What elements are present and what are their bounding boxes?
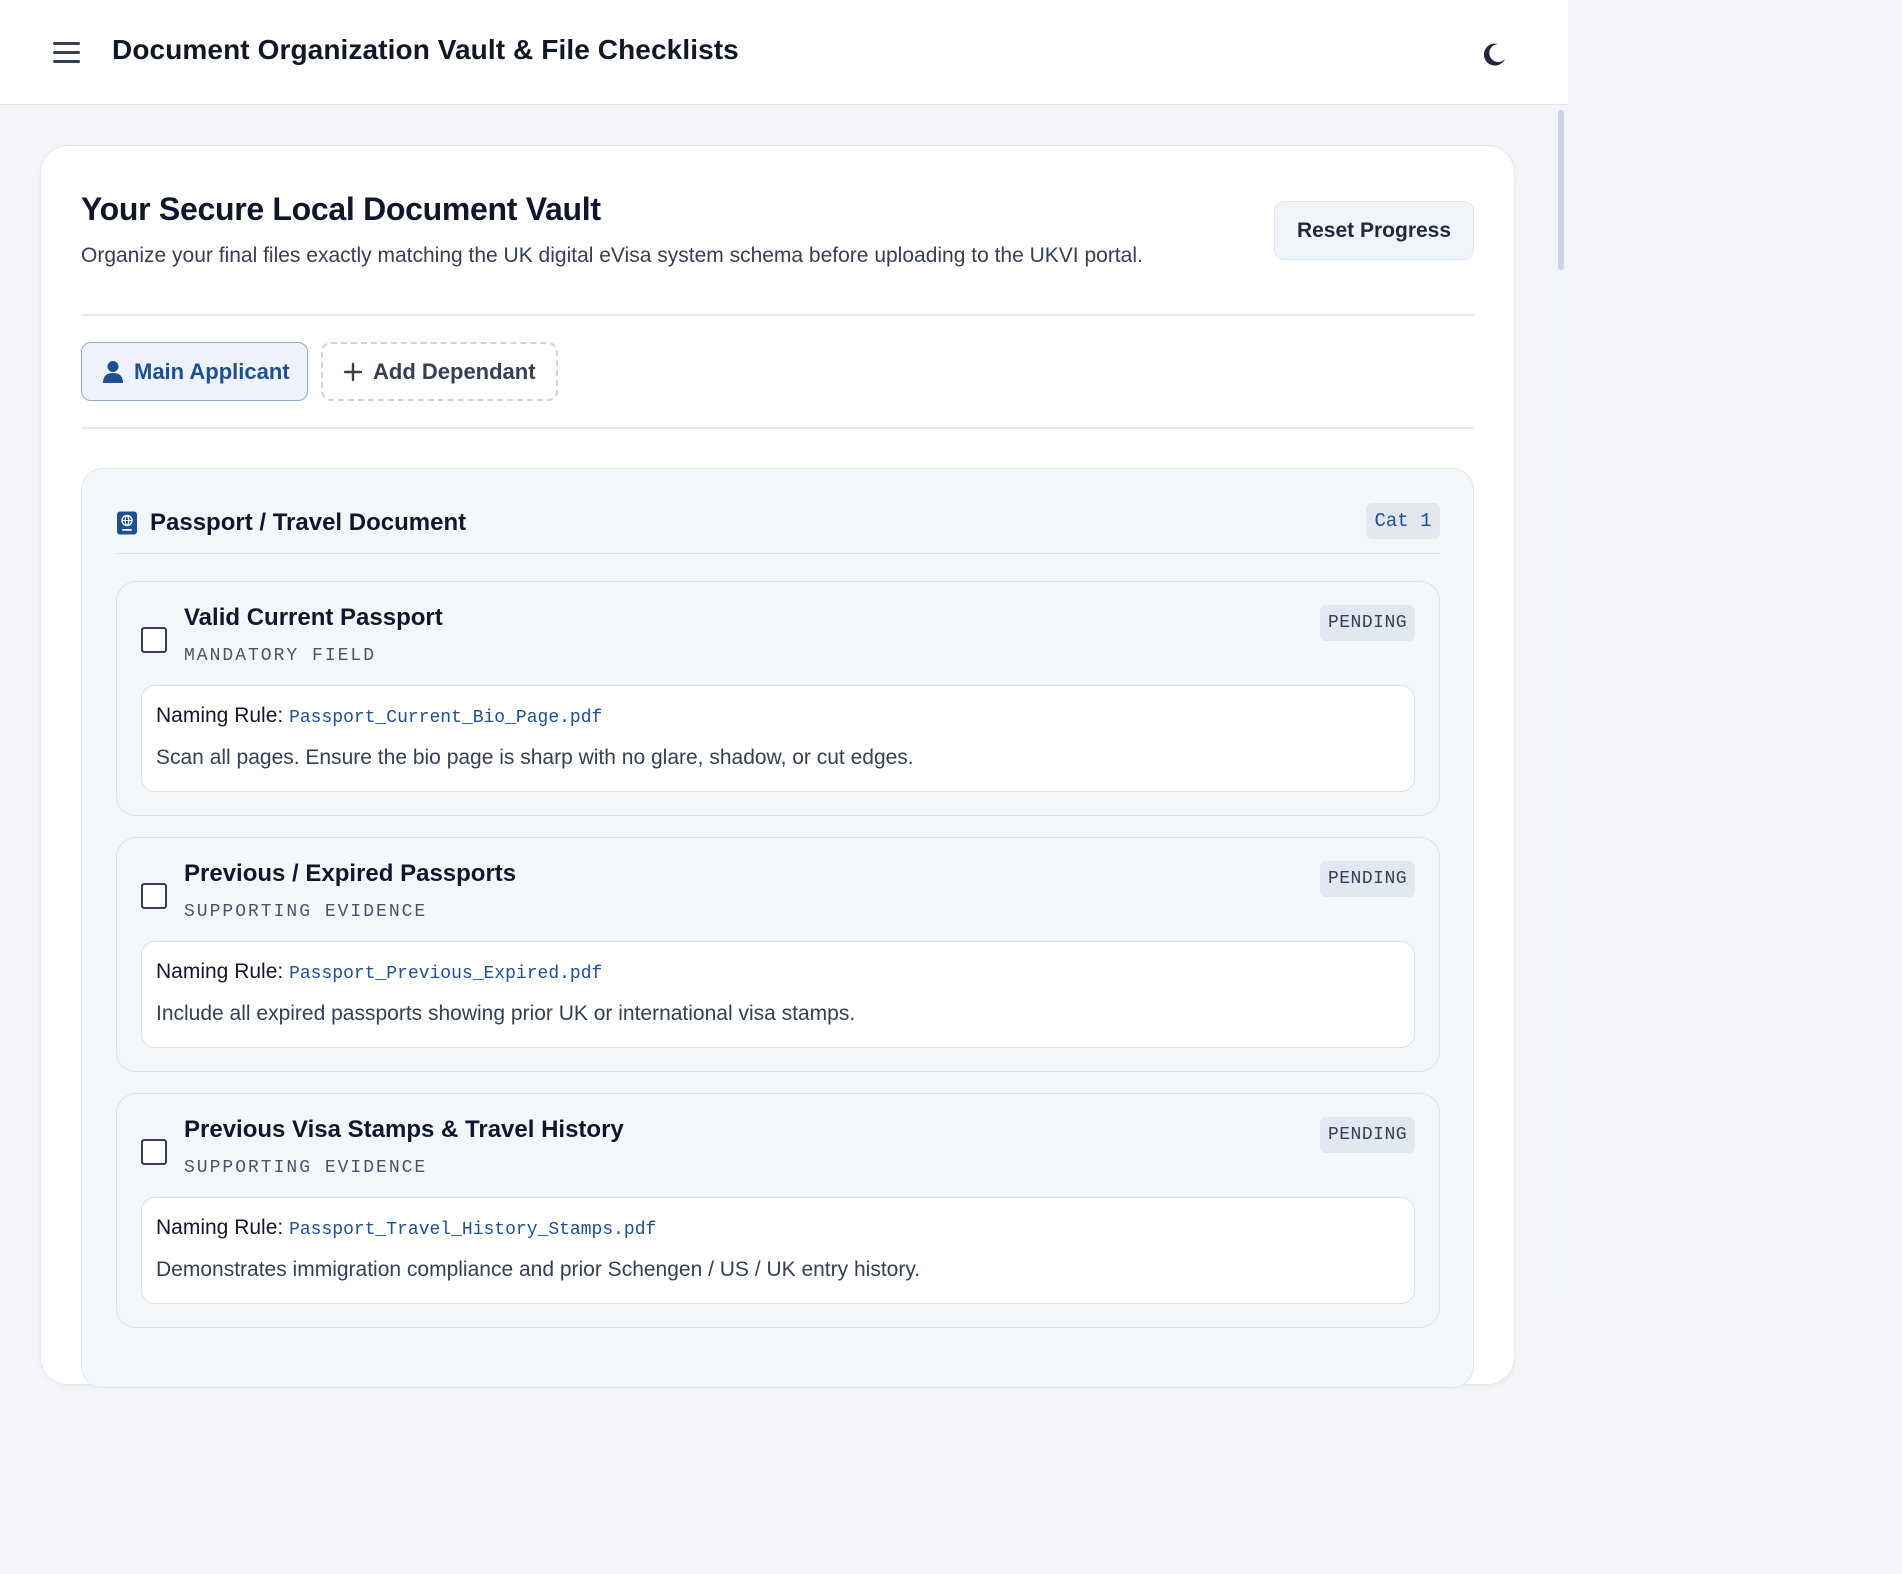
category-header: Passport / Travel Document: [116, 509, 466, 537]
page-scrollbar[interactable]: [1553, 106, 1568, 1298]
naming-rule: Naming Rule: Passport_Current_Bio_Page.p…: [156, 704, 602, 728]
item-type: SUPPORTING EVIDENCE: [184, 902, 428, 922]
item-description: Include all expired passports showing pr…: [156, 1002, 856, 1025]
passport-icon: [117, 511, 137, 535]
add-dependant-label: Add Dependant: [373, 358, 536, 384]
item-checkbox[interactable]: [141, 627, 167, 653]
hamburger-menu-icon[interactable]: [46, 34, 86, 70]
vault-card: Your Secure Local Document Vault Organiz…: [40, 145, 1515, 1388]
item-name: Previous Visa Stamps & Travel History: [184, 1116, 624, 1143]
reset-progress-button[interactable]: Reset Progress: [1274, 201, 1474, 260]
top-app-bar: Document Organization Vault & File Check…: [0, 0, 1568, 105]
tab-main-applicant-label: Main Applicant: [134, 358, 290, 384]
vault-title: Your Secure Local Document Vault: [81, 191, 601, 227]
naming-rule-label: Naming Rule:: [156, 704, 284, 727]
scrollbar-thumb[interactable]: [1558, 110, 1564, 270]
checklist-item: Previous / Expired Passports SUPPORTING …: [116, 837, 1440, 1072]
moon-icon[interactable]: [1478, 38, 1510, 70]
plus-icon: [343, 362, 363, 381]
section-divider: [81, 314, 1474, 316]
item-description: Scan all pages. Ensure the bio page is s…: [156, 746, 914, 769]
naming-rule-box: Naming Rule: Passport_Previous_Expired.p…: [141, 941, 1415, 1048]
status-badge: PENDING: [1320, 861, 1415, 897]
naming-rule: Naming Rule: Passport_Previous_Expired.p…: [156, 960, 602, 984]
checklist-item: Valid Current Passport MANDATORY FIELD P…: [116, 581, 1440, 816]
category-badge: Cat 1: [1366, 503, 1440, 539]
naming-rule-filename: Passport_Travel_History_Stamps.pdf: [289, 1220, 657, 1240]
naming-rule-box: Naming Rule: Passport_Current_Bio_Page.p…: [141, 685, 1415, 792]
naming-rule-filename: Passport_Current_Bio_Page.pdf: [289, 708, 603, 728]
item-checkbox[interactable]: [141, 883, 167, 909]
add-dependant-button[interactable]: Add Dependant: [321, 342, 558, 401]
item-type: MANDATORY FIELD: [184, 646, 377, 666]
naming-rule: Naming Rule: Passport_Travel_History_Sta…: [156, 1216, 656, 1240]
tab-main-applicant[interactable]: Main Applicant: [81, 342, 308, 401]
item-name: Valid Current Passport: [184, 604, 443, 631]
status-badge: PENDING: [1320, 1117, 1415, 1153]
app-title: Document Organization Vault & File Check…: [112, 34, 739, 65]
user-icon: [103, 360, 123, 383]
item-checkbox[interactable]: [141, 1139, 167, 1165]
checklist-item: Previous Visa Stamps & Travel History SU…: [116, 1093, 1440, 1328]
item-name: Previous / Expired Passports: [184, 860, 517, 887]
item-type: SUPPORTING EVIDENCE: [184, 1158, 428, 1178]
tabs-divider: [81, 427, 1474, 429]
naming-rule-box: Naming Rule: Passport_Travel_History_Sta…: [141, 1197, 1415, 1304]
vault-subtitle: Organize your final files exactly matchi…: [81, 244, 1143, 267]
naming-rule-label: Naming Rule:: [156, 960, 284, 983]
category-title: Passport / Travel Document: [150, 509, 467, 536]
naming-rule-filename: Passport_Previous_Expired.pdf: [289, 964, 603, 984]
category-passport: Passport / Travel Document Cat 1 Valid C…: [81, 468, 1474, 1388]
naming-rule-label: Naming Rule:: [156, 1216, 284, 1239]
item-description: Demonstrates immigration compliance and …: [156, 1258, 921, 1281]
category-divider: [116, 553, 1440, 554]
status-badge: PENDING: [1320, 605, 1415, 641]
